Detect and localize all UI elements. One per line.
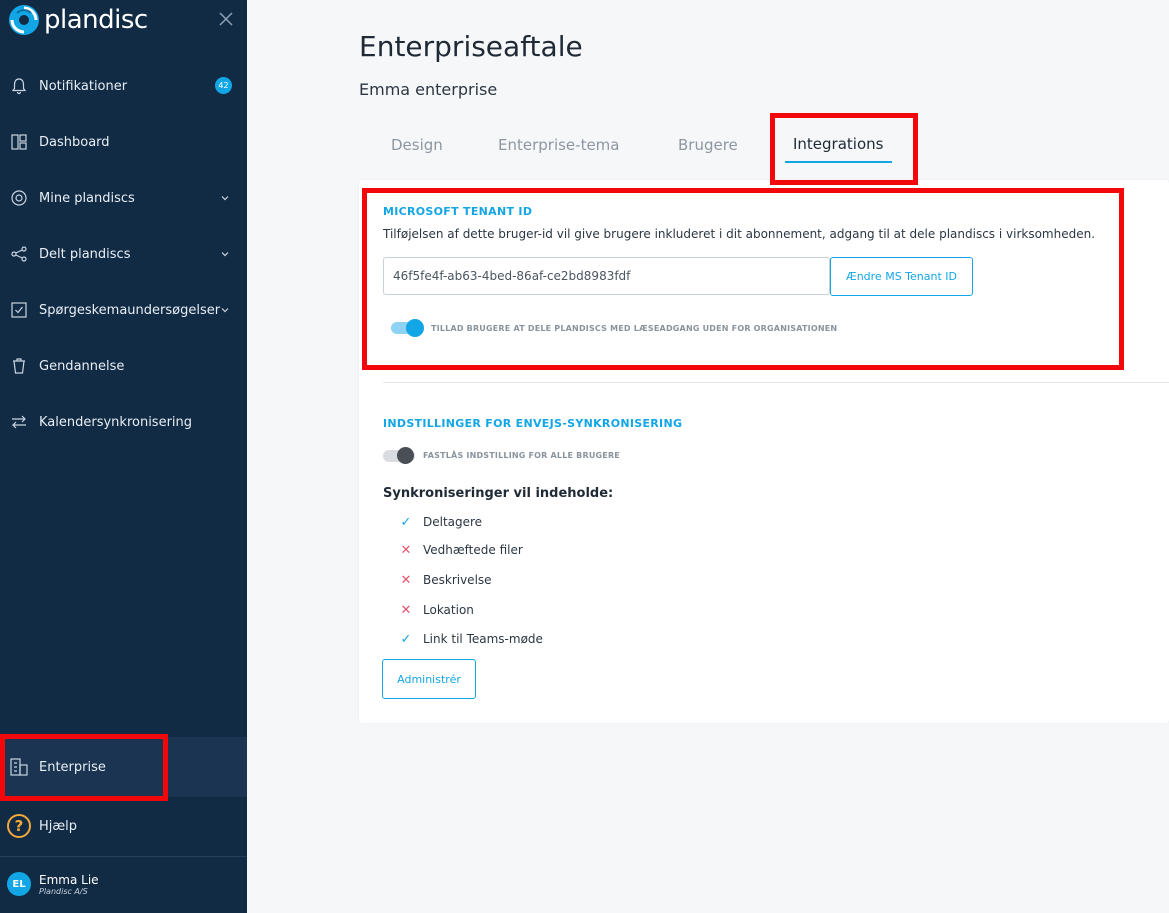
sidebar-item-dashboard[interactable]: Dashboard <box>0 114 247 170</box>
question-icon: ? <box>7 814 31 838</box>
sidebar-item-label: Notifikationer <box>39 78 128 94</box>
sync-item-label: Lokation <box>423 603 474 617</box>
sync-item-label: Vedhæftede filer <box>423 543 523 557</box>
chevron-down-icon <box>221 252 229 257</box>
sidebar-item-shared-plandiscs[interactable]: Delt plandiscs <box>0 226 247 282</box>
chevron-down-icon <box>221 308 229 313</box>
sidebar-item-label: Gendannelse <box>39 358 125 374</box>
notification-count-badge: 42 <box>215 77 232 94</box>
disc-icon <box>9 188 29 208</box>
sidebar-item-surveys[interactable]: Spørgeskemaundersøgelser <box>0 282 247 338</box>
tab-users[interactable]: Brugere <box>678 136 738 154</box>
tenant-section-heading: MICROSOFT TENANT ID <box>383 205 533 218</box>
user-profile[interactable]: EL Emma Lie Plandisc A/S <box>7 872 99 896</box>
close-icon[interactable] <box>217 10 235 28</box>
toggle-knob <box>397 447 414 464</box>
list-item: ✓ Link til Teams-møde <box>399 630 543 648</box>
user-text: Emma Lie Plandisc A/S <box>39 873 99 896</box>
sync-item-label: Deltagere <box>423 515 483 529</box>
cross-icon: ✕ <box>400 572 412 588</box>
sidebar: plandisc Notifikationer 42 Dashboard Min… <box>0 0 247 913</box>
change-tenant-id-button[interactable]: Ændre MS Tenant ID <box>830 257 973 296</box>
brand-name: plandisc <box>44 5 148 35</box>
share-readonly-toggle-label: TILLAD BRUGERE AT DELE PLANDISCS MED LÆS… <box>431 324 838 333</box>
sidebar-item-notifications[interactable]: Notifikationer 42 <box>0 58 247 114</box>
sidebar-item-label: Enterprise <box>39 759 106 775</box>
trash-icon <box>9 356 29 376</box>
manage-button[interactable]: Administrér <box>382 659 476 699</box>
building-icon <box>9 757 29 777</box>
tenant-id-input[interactable] <box>383 257 830 295</box>
sidebar-item-label: Spørgeskemaundersøgelser <box>39 302 221 318</box>
share-icon <box>9 244 29 264</box>
user-organization: Plandisc A/S <box>39 886 88 896</box>
tab-design[interactable]: Design <box>391 136 443 154</box>
list-item: ✕ Beskrivelse <box>399 571 492 589</box>
sidebar-divider <box>0 856 247 857</box>
sidebar-item-label: Kalendersynkronisering <box>39 414 193 430</box>
active-tab-indicator <box>785 161 892 163</box>
section-divider <box>383 382 1169 383</box>
toggle-knob <box>406 319 424 337</box>
share-readonly-toggle[interactable] <box>391 319 424 337</box>
sidebar-item-calendar-sync[interactable]: Kalendersynkronisering <box>0 394 247 450</box>
tab-enterprise-theme[interactable]: Enterprise-tema <box>498 136 620 154</box>
check-icon: ✓ <box>400 631 412 647</box>
page-subtitle: Emma enterprise <box>359 80 498 99</box>
checkbox-icon <box>9 300 29 320</box>
avatar: EL <box>7 872 31 896</box>
sync-item-label: Beskrivelse <box>423 573 492 587</box>
sidebar-item-label: Mine plandiscs <box>39 190 135 206</box>
brand-logo[interactable]: plandisc <box>8 4 148 36</box>
list-item: ✕ Lokation <box>399 601 474 619</box>
sidebar-item-my-plandiscs[interactable]: Mine plandiscs <box>0 170 247 226</box>
sidebar-item-label: Delt plandiscs <box>39 246 131 262</box>
sidebar-item-help[interactable]: ? Hjælp <box>0 798 247 854</box>
sidebar-item-label: Hjælp <box>39 818 78 834</box>
lock-setting-toggle-label: FASTLÅS INDSTILLING FOR ALLE BRUGERE <box>423 451 620 460</box>
sync-arrows-icon <box>9 412 29 432</box>
dashboard-icon <box>9 132 29 152</box>
tenant-description: Tilføjelsen af dette bruger-id vil give … <box>383 227 1096 241</box>
cross-icon: ✕ <box>400 602 412 618</box>
help-icon-wrapper: ? <box>7 814 31 838</box>
check-icon: ✓ <box>400 514 412 530</box>
sync-includes-heading: Synkroniseringer vil indeholde: <box>383 486 614 501</box>
sidebar-item-enterprise[interactable]: Enterprise <box>0 737 247 797</box>
user-name: Emma Lie <box>39 872 99 887</box>
list-item: ✕ Vedhæftede filer <box>399 541 523 559</box>
tab-integrations[interactable]: Integrations <box>793 135 883 153</box>
list-item: ✓ Deltagere <box>399 513 483 531</box>
chevron-down-icon <box>221 196 229 201</box>
sidebar-item-restore[interactable]: Gendannelse <box>0 338 247 394</box>
sync-item-label: Link til Teams-møde <box>423 632 543 646</box>
page-title: Enterpriseaftale <box>359 30 583 63</box>
lock-setting-toggle[interactable] <box>383 447 415 464</box>
sidebar-item-label: Dashboard <box>39 134 110 150</box>
bell-icon <box>9 76 29 96</box>
plandisc-logo-icon <box>9 5 39 35</box>
sync-section-heading: INDSTILLINGER FOR ENVEJS-SYNKRONISERING <box>383 417 683 430</box>
cross-icon: ✕ <box>400 542 412 558</box>
